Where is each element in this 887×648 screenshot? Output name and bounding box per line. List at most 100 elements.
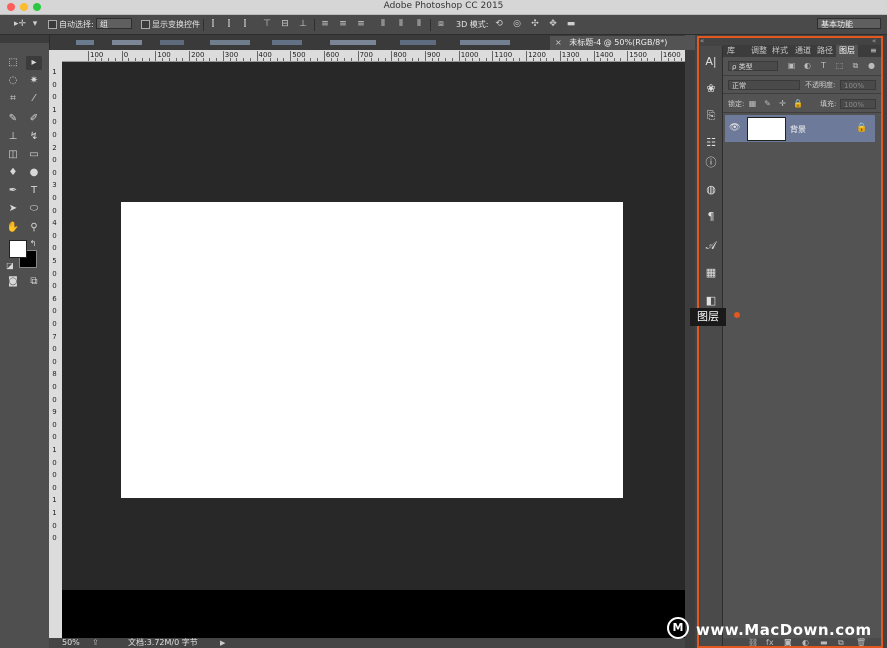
new-layer-icon[interactable]: ⧉ [838,638,844,648]
filter-adjustment-icon[interactable]: ◐ [803,61,812,70]
align-bottom-icon[interactable]: ⊥ [298,19,308,29]
auto-select-dropdown[interactable]: 组 [96,18,132,29]
distribute-left-icon[interactable]: ⦀ [378,19,388,29]
clone-stamp-tool-icon[interactable]: ⊥ [5,130,21,144]
new-group-icon[interactable]: ▬ [820,638,828,648]
align-hcenter-icon[interactable]: ⫿ [224,19,234,29]
crop-tool-icon[interactable]: ⌗ [5,92,21,106]
lock-all-icon[interactable]: 🔒 [793,99,803,108]
3d-slide-icon[interactable]: ✥ [548,19,558,29]
delete-layer-icon[interactable]: 🗑 [856,638,866,648]
tab-library[interactable]: 库 [727,45,735,57]
glyphs-panel-icon[interactable]: 𝒜 [703,239,719,253]
share-icon[interactable]: ⇪ [92,638,99,648]
adjustment-layer-icon[interactable]: ◐ [802,638,809,648]
layer-filter-dropdown[interactable]: ρ 类型 [728,61,778,71]
properties-panel-icon[interactable]: ☷ [703,136,719,150]
opacity-input[interactable]: 100% [840,80,876,90]
screen-mode-icon[interactable]: ⧉ [26,275,42,289]
eraser-tool-icon[interactable]: ◫ [5,148,21,162]
tab-channels[interactable]: 通道 [795,45,811,57]
filter-toggle-icon[interactable]: ● [867,61,876,70]
foreground-color-swatch-top[interactable] [9,240,27,258]
horizontal-ruler[interactable]: 100 0 100 200 300 400 500 600 700 800 900 1000 1100 1… [62,50,685,62]
3d-roll-icon[interactable]: ◎ [512,19,522,29]
lock-image-icon[interactable]: ✎ [763,99,772,108]
fill-input[interactable]: 100% [840,99,876,109]
lock-position-icon[interactable]: ✛ [778,99,787,108]
info-panel-icon[interactable]: ⓘ [703,156,719,170]
filter-shape-icon[interactable]: ⬚ [835,61,844,70]
ellipse-tool-icon[interactable]: ⬭ [26,202,42,216]
path-selection-tool-icon[interactable]: ➤ [5,202,21,216]
swap-colors-icon[interactable]: ↰ [28,237,38,251]
blend-mode-dropdown[interactable]: 正常 [728,80,800,90]
tab-styles[interactable]: 样式 [772,45,788,57]
collapse-panel-icon[interactable]: « [872,37,876,45]
chevron-down-icon[interactable]: ▾ [32,19,38,29]
vertical-scrollbar[interactable] [685,50,695,648]
clone-source-panel-icon[interactable]: ⎘ [703,109,719,123]
healing-brush-tool-icon[interactable]: ✎ [5,112,21,126]
history-brush-tool-icon[interactable]: ↯ [26,130,42,144]
add-mask-icon[interactable]: ◙ [784,638,792,648]
tab-layers[interactable]: 图层 [836,45,858,57]
layer-name[interactable]: 背景 [790,124,806,135]
color-panel-icon[interactable]: ◍ [703,183,719,197]
close-tab-icon[interactable]: × [555,38,562,47]
distribute-bottom-icon[interactable]: ≡ [356,19,366,29]
tab-adjustments[interactable]: 调整 [751,45,767,57]
auto-align-icon[interactable]: ⧈ [436,19,446,29]
move-tool-preset-icon[interactable]: ▸✛ [12,19,28,29]
document-canvas[interactable] [121,202,623,498]
link-layers-icon[interactable]: ⛓ [748,638,758,648]
hand-tool-icon[interactable]: ✋ [5,221,21,235]
align-top-icon[interactable]: ⊤ [262,19,272,29]
magic-wand-tool-icon[interactable]: ✷ [26,74,42,88]
align-right-icon[interactable]: ⫿ [240,19,250,29]
document-tab[interactable]: × 未标题-4 @ 50%(RGB/8*) [550,36,685,50]
panel-menu-icon[interactable]: ≡ [870,46,877,55]
type-tool-icon[interactable]: T [26,184,42,198]
brush-tool-icon[interactable]: ✐ [26,112,42,126]
workspace-dropdown[interactable]: 基本功能 [817,18,881,29]
eyedropper-tool-icon[interactable]: ⁄ [26,92,42,106]
quick-mask-icon[interactable]: ◙ [5,275,21,289]
filter-pixel-icon[interactable]: ▣ [787,61,796,70]
pen-tool-icon[interactable]: ✒ [5,184,21,198]
zoom-level[interactable]: 50% [62,638,80,648]
distribute-hcenter-icon[interactable]: ⦀ [396,19,406,29]
3d-rotate-icon[interactable]: ⟲ [494,19,504,29]
vertical-ruler[interactable]: 1 0 0 1 0 0 2 0 0 3 0 0 4 0 0 5 0 0 6 0 0 7 0 0 8 0 0 9 0 0 1 0 0 0 1 1 0 0 [49,61,63,638]
zoom-tool-icon[interactable]: ⚲ [26,221,42,235]
brush-panel-icon[interactable]: ❀ [703,82,719,96]
collapse-strip-icon[interactable]: « [700,37,704,45]
visibility-eye-icon[interactable]: 👁 [729,123,740,133]
distribute-top-icon[interactable]: ≡ [320,19,330,29]
3d-scale-icon[interactable]: ▬ [566,19,576,29]
layers-panel-icon[interactable]: ◧ [703,294,719,308]
gradient-tool-icon[interactable]: ▭ [26,148,42,162]
filter-type-icon[interactable]: T [819,61,828,70]
lock-transparent-icon[interactable]: ▦ [748,99,757,108]
default-colors-icon[interactable]: ◪ [5,259,15,273]
move-tool-icon[interactable]: ▸ [26,56,42,70]
align-left-icon[interactable]: ⫿ [208,19,218,29]
3d-pan-icon[interactable]: ✣ [530,19,540,29]
show-transform-checkbox[interactable] [141,20,150,29]
status-menu-arrow-icon[interactable]: ▶ [220,638,225,648]
blur-tool-icon[interactable]: ♦ [5,166,21,180]
tools-panel-header[interactable] [0,35,49,43]
tab-paths[interactable]: 路径 [817,45,833,57]
marquee-tool-icon[interactable]: ⬚ [5,56,21,70]
distribute-vcenter-icon[interactable]: ≡ [338,19,348,29]
auto-select-checkbox[interactable] [48,20,57,29]
character-panel-icon[interactable]: A| [703,55,719,69]
align-vcenter-icon[interactable]: ⊟ [280,19,290,29]
distribute-right-icon[interactable]: ⦀ [414,19,424,29]
dodge-tool-icon[interactable]: ● [26,166,42,180]
lasso-tool-icon[interactable]: ◌ [5,74,21,88]
paragraph-panel-icon[interactable]: ¶ [703,210,719,224]
swatches-panel-icon[interactable]: ▦ [703,266,719,280]
filter-smart-object-icon[interactable]: ⧉ [851,61,860,70]
